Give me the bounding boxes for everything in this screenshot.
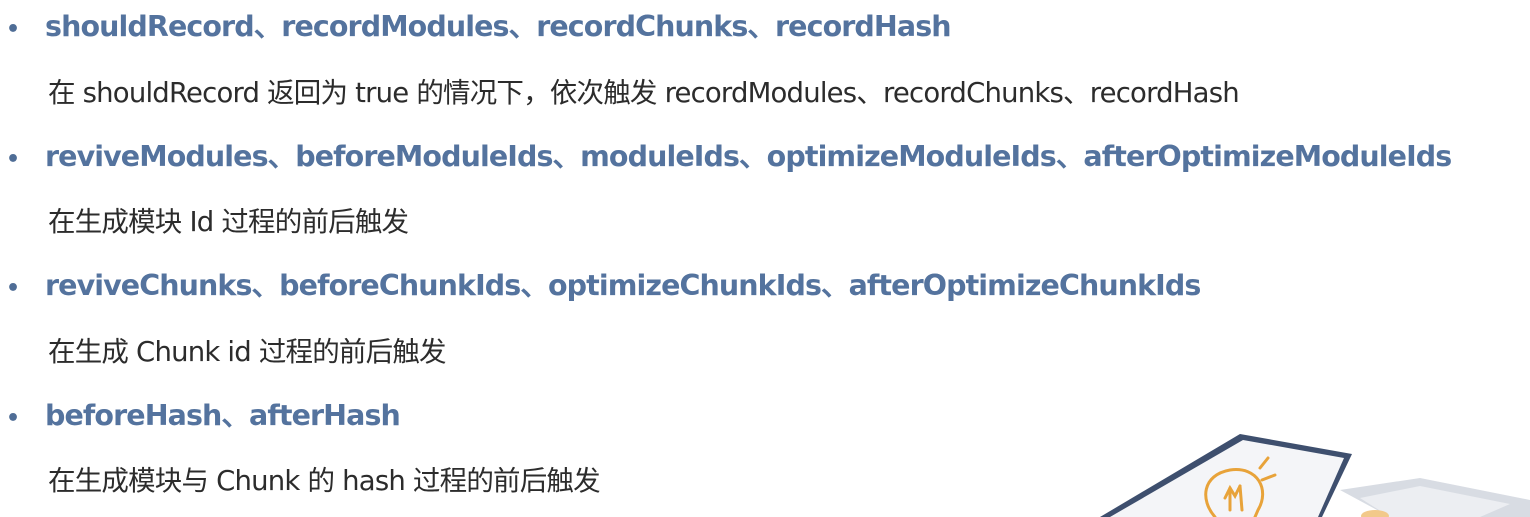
slide: • shouldRecord、recordModules、recordChunk… (0, 0, 1530, 517)
item-heading: beforeHash、afterHash (45, 399, 401, 432)
item-description: 在 shouldRecord 返回为 true 的情况下，依次触发 record… (48, 77, 1240, 109)
lightbulb-icon (1100, 434, 1530, 517)
bullet-icon: • (6, 147, 21, 172)
lightbulb-illustration (1090, 420, 1530, 517)
item-heading: reviveChunks、beforeChunkIds、optimizeChun… (45, 269, 1201, 302)
bullet-icon: • (6, 17, 21, 42)
item-description: 在生成模块 Id 过程的前后触发 (48, 206, 409, 238)
bullet-icon: • (6, 276, 21, 301)
item-heading: shouldRecord、recordModules、recordChunks、… (45, 10, 952, 43)
item-description: 在生成 Chunk id 过程的前后触发 (48, 336, 447, 368)
bullet-icon: • (6, 406, 21, 431)
item-description: 在生成模块与 Chunk 的 hash 过程的前后触发 (48, 465, 601, 497)
item-heading: reviveModules、beforeModuleIds、moduleIds、… (45, 140, 1452, 173)
